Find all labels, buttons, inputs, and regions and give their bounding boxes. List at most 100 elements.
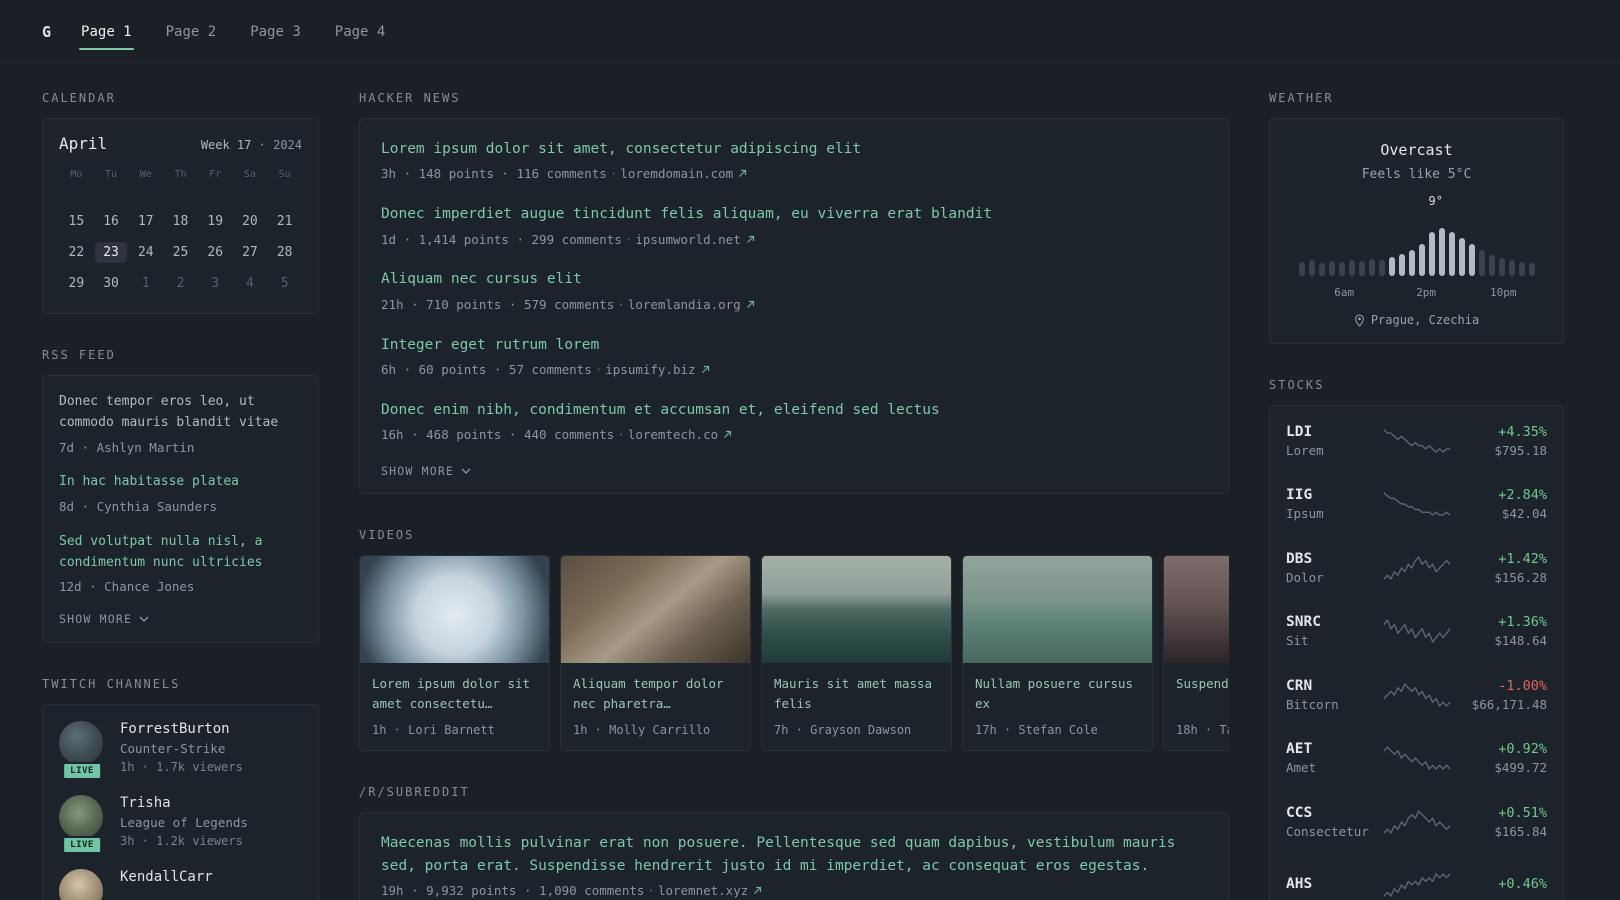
page-tabs: Page 1 Page 2 Page 3 Page 4 bbox=[79, 0, 387, 63]
hn-item: Donec imperdiet augue tincidunt felis al… bbox=[381, 203, 1207, 249]
calendar-day: 22 bbox=[59, 237, 94, 268]
stock-row[interactable]: CRN Bitcorn -1.00% $66,171.48 bbox=[1286, 663, 1547, 727]
calendar-day: 5 bbox=[267, 268, 302, 299]
live-badge: LIVE bbox=[62, 836, 102, 855]
twitch-channel-info: Trisha League of Legends 3h · 1.2k viewe… bbox=[120, 795, 248, 848]
stock-sparkline bbox=[1382, 555, 1451, 581]
stocks-widget-title: STOCKS bbox=[1269, 378, 1325, 392]
weather-hour-bar bbox=[1528, 263, 1535, 276]
hn-item-domain[interactable]: ipsumworld.net bbox=[635, 232, 740, 247]
weather-hour-bar bbox=[1338, 262, 1345, 276]
calendar-day-number: 15 bbox=[68, 214, 85, 229]
twitch-avatar-wrap: LIVE bbox=[59, 721, 105, 781]
hn-item: Aliquam nec cursus elit 21h · 710 points… bbox=[381, 268, 1207, 314]
stock-values: +0.92% $499.72 bbox=[1451, 741, 1547, 775]
weather-hour-bar bbox=[1518, 262, 1525, 276]
video-title[interactable]: Mauris sit amet massa felis bbox=[774, 674, 939, 714]
weather-location[interactable]: Prague, Czechia bbox=[1288, 313, 1545, 327]
rss-item-title[interactable]: In hac habitasse platea bbox=[59, 472, 302, 493]
calendar-day-number: 19 bbox=[207, 214, 224, 229]
video-title[interactable]: Suspendisse diam bbox=[1176, 674, 1229, 714]
stock-row[interactable]: IIG Ipsum +2.84% $42.04 bbox=[1286, 473, 1547, 537]
sparkline-chart bbox=[1383, 556, 1450, 580]
video-card[interactable]: Suspendisse diam 18h · Tara bbox=[1163, 555, 1229, 752]
video-card[interactable]: Aliquam tempor dolor nec pharetra… 1h · … bbox=[560, 555, 751, 752]
video-title[interactable]: Lorem ipsum dolor sit amet consectetu… bbox=[372, 674, 537, 714]
stock-sparkline bbox=[1382, 491, 1451, 517]
calendar-day-number: 28 bbox=[276, 245, 293, 260]
stock-values: +2.84% $42.04 bbox=[1451, 487, 1547, 521]
stock-row[interactable]: CCS Consectetur +0.51% $165.84 bbox=[1286, 790, 1547, 854]
stock-row[interactable]: AET Amet +0.92% $499.72 bbox=[1286, 727, 1547, 791]
weather-hour-bar bbox=[1358, 261, 1365, 276]
hn-item-title[interactable]: Integer eget rutrum lorem bbox=[381, 334, 1207, 356]
hn-item-domain[interactable]: loremdomain.com bbox=[620, 166, 733, 181]
hn-item-stats: 16h · 468 points · 440 comments bbox=[381, 427, 615, 443]
hn-item-domain[interactable]: loremtech.co bbox=[628, 427, 718, 442]
video-card[interactable]: Mauris sit amet massa felis 7h · Grayson… bbox=[761, 555, 952, 752]
weather-hour-bar bbox=[1308, 260, 1315, 276]
weather-time-axis: 6am 2pm 10pm bbox=[1296, 284, 1537, 300]
weather-temp-label: 9° bbox=[1428, 194, 1443, 208]
calendar-day: 23 bbox=[94, 237, 129, 268]
calendar-weekday: Tu bbox=[105, 169, 118, 180]
twitch-channel-item[interactable]: LIVE Trisha League of Legends 3h · 1.2k … bbox=[59, 795, 302, 855]
hn-item-title[interactable]: Lorem ipsum dolor sit amet, consectetur … bbox=[381, 138, 1207, 160]
hn-item-stats: 6h · 60 points · 57 comments bbox=[381, 362, 592, 378]
page-tab[interactable]: Page 4 bbox=[333, 0, 388, 63]
external-link-icon bbox=[723, 427, 732, 442]
stock-row[interactable]: DBS Dolor +1.42% $156.28 bbox=[1286, 536, 1547, 600]
stock-row[interactable]: SNRC Sit +1.36% $148.64 bbox=[1286, 600, 1547, 664]
twitch-channel-info: KendallCarr bbox=[120, 869, 213, 900]
stock-name: Lorem bbox=[1286, 442, 1324, 458]
page-tab[interactable]: Page 2 bbox=[164, 0, 219, 63]
twitch-avatar-wrap bbox=[59, 869, 105, 900]
video-meta: 18h · Tara bbox=[1176, 723, 1229, 738]
rss-show-more-button[interactable]: SHOW MORE bbox=[59, 612, 149, 626]
separator-dot: · bbox=[594, 362, 603, 378]
hn-item-domain[interactable]: ipsumify.biz bbox=[605, 362, 695, 377]
hn-item-title[interactable]: Aliquam nec cursus elit bbox=[381, 268, 1207, 290]
hn-show-more-button[interactable]: SHOW MORE bbox=[381, 464, 471, 478]
left-column: CALENDAR April Week 17 · 2024 Mo Tu We T… bbox=[42, 91, 319, 900]
stock-symbol: SNRC bbox=[1286, 614, 1321, 631]
calendar-card: April Week 17 · 2024 Mo Tu We Th Fr Sa S… bbox=[42, 118, 319, 314]
twitch-channel-item[interactable]: KendallCarr bbox=[59, 869, 302, 900]
stock-change: +2.84% bbox=[1498, 487, 1547, 504]
weather-hour-bar bbox=[1348, 260, 1355, 276]
sparkline-chart bbox=[1383, 746, 1450, 770]
calendar-day: 30 bbox=[94, 268, 129, 299]
video-meta: 1h · Molly Carrillo bbox=[573, 723, 711, 738]
rss-item-title[interactable]: Donec tempor eros leo, ut commodo mauris… bbox=[59, 392, 302, 434]
calendar-day-number: 22 bbox=[68, 245, 85, 260]
video-card[interactable]: Nullam posuere cursus ex 17h · Stefan Co… bbox=[962, 555, 1153, 752]
external-link-icon bbox=[746, 232, 755, 247]
hn-item-title[interactable]: Donec imperdiet augue tincidunt felis al… bbox=[381, 203, 1207, 225]
page-tab[interactable]: Page 3 bbox=[248, 0, 303, 63]
stock-price: $499.72 bbox=[1494, 760, 1547, 776]
stock-change: +4.35% bbox=[1498, 423, 1547, 440]
rss-item-title[interactable]: Sed volutpat nulla nisl, a condimentum n… bbox=[59, 532, 302, 574]
subreddit-post-domain[interactable]: loremnet.xyz bbox=[658, 883, 748, 898]
hackernews-card: Lorem ipsum dolor sit amet, consectetur … bbox=[359, 118, 1229, 495]
stock-row[interactable]: AHS +0.46% bbox=[1286, 854, 1547, 900]
weather-hour-bar bbox=[1318, 263, 1325, 276]
stock-row[interactable]: LDI Lorem +4.35% $795.18 bbox=[1286, 409, 1547, 473]
external-link-icon bbox=[753, 883, 762, 898]
hn-item-domain[interactable]: loremlandia.org bbox=[628, 297, 741, 312]
stock-identity: AET Amet bbox=[1286, 741, 1382, 775]
weather-hour-bar bbox=[1368, 259, 1375, 276]
hackernews-widget-title: HACKER NEWS bbox=[359, 91, 461, 105]
video-meta: 1h · Lori Barnett bbox=[372, 723, 495, 738]
twitch-channel-item[interactable]: LIVE ForrestBurton Counter-Strike 1h · 1… bbox=[59, 721, 302, 781]
sparkline-chart bbox=[1383, 873, 1450, 897]
page-tab[interactable]: Page 1 bbox=[79, 0, 134, 63]
video-title[interactable]: Aliquam tempor dolor nec pharetra… bbox=[573, 674, 738, 714]
calendar-day: 18 bbox=[163, 206, 198, 237]
video-title[interactable]: Nullam posuere cursus ex bbox=[975, 674, 1140, 714]
subreddit-post-title[interactable]: Maecenas mollis pulvinar erat non posuer… bbox=[381, 832, 1207, 877]
video-card[interactable]: Lorem ipsum dolor sit amet consectetu… 1… bbox=[359, 555, 550, 752]
hn-item-meta: 16h · 468 points · 440 comments · loremtec… bbox=[381, 426, 1207, 445]
hn-item-title[interactable]: Donec enim nibh, condimentum et accumsan… bbox=[381, 399, 1207, 421]
stock-price: $148.64 bbox=[1494, 633, 1547, 649]
